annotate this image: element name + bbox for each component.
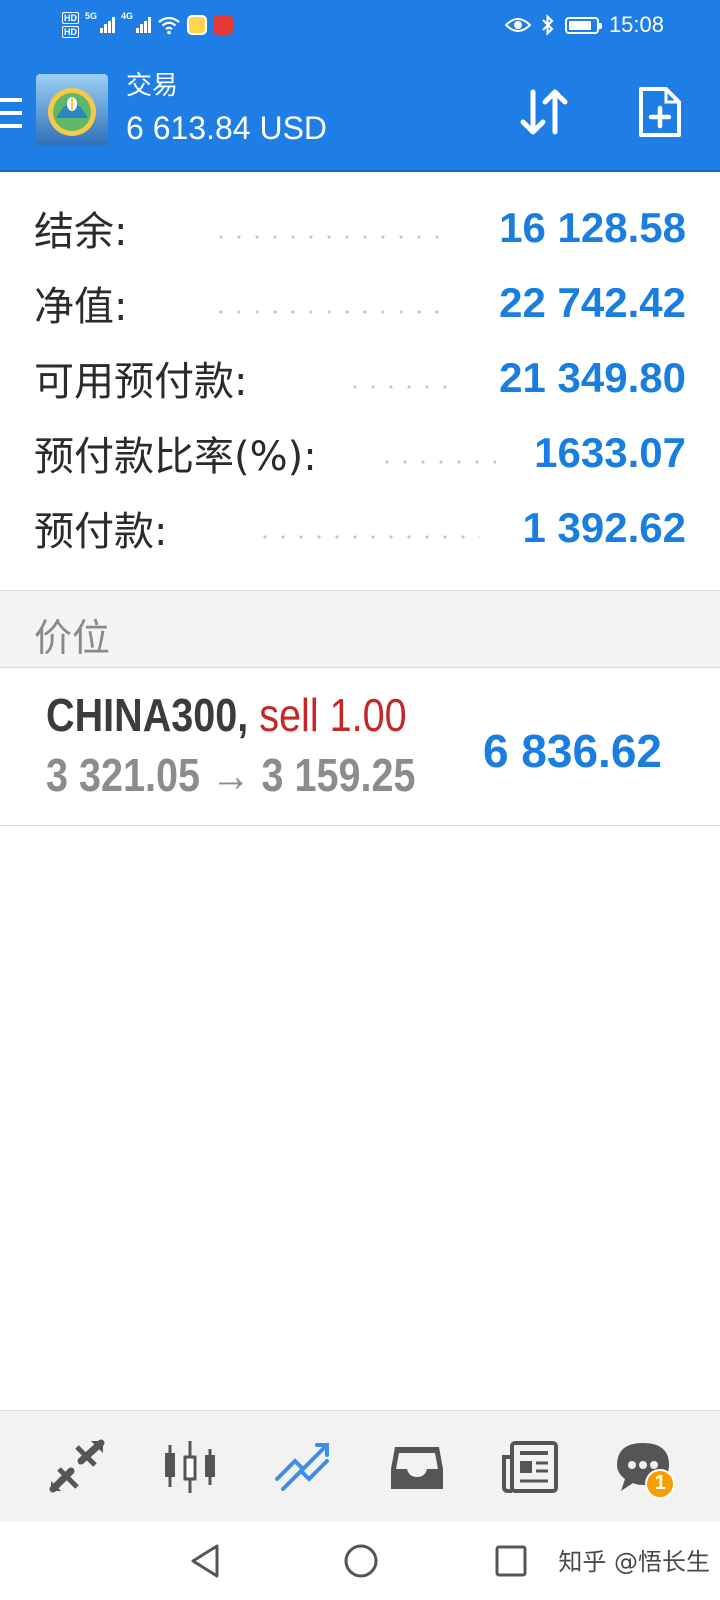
positions-section-header: 价位 [0,590,720,668]
summary-row-margin-level: 预付款比率(%): 1633.07 [0,415,720,490]
nav-chart[interactable] [150,1427,230,1507]
wifi-icon [158,16,180,35]
summary-label: 预付款比率(%): [34,433,317,480]
status-time: 15:08 [608,12,664,37]
position-symbol: CHINA300 [46,689,238,741]
dotted-leader [212,309,448,315]
app-bar: 交易 6 613.84 USD [0,50,720,172]
page-title: 交易 [126,71,179,101]
new-order-button[interactable] [628,80,692,144]
summary-row-equity: 净值: 22 742.42 [0,265,720,340]
summary-value: 1633.07 [534,428,686,476]
sim2-hd-badge: HD [62,26,79,38]
battery-icon [564,16,602,34]
nav-trade[interactable] [263,1427,343,1507]
trade-icon [275,1442,330,1491]
hamburger-menu-icon[interactable] [0,96,22,130]
home-circle-icon [344,1544,378,1578]
section-title: 价位 [34,616,111,660]
summary-label: 预付款: [34,508,168,555]
news-icon [501,1440,558,1493]
sim1-hd-badge: HD [62,12,79,24]
bottom-navigation: 1 [0,1410,720,1522]
sim-indicators: HD HD [62,12,79,38]
eye-icon [504,18,531,32]
notification-game-icon [213,15,234,35]
dotted-leader [256,534,480,540]
summary-value: 21 349.80 [499,353,686,401]
sort-button[interactable] [512,80,576,144]
position-separator: , [237,689,249,741]
summary-row-margin: 预付款: 1 392.62 [0,490,720,565]
status-bar: HD HD 5G 4G 15:08 [0,0,720,50]
summary-value: 1 392.62 [522,503,687,551]
sort-arrows-icon [520,89,568,135]
summary-row-free-margin: 可用预付款: 21 349.80 [0,340,720,415]
signal2-icon [136,17,152,33]
system-navigation-bar: 知乎 @悟长生 [0,1522,720,1600]
bluetooth-icon [542,14,554,36]
summary-label: 可用预付款: [34,358,248,405]
summary-row-balance: 结余: 16 128.58 [0,190,720,265]
system-home-button[interactable] [340,1540,382,1582]
notification-app-icon [187,15,208,35]
watermark-text: 知乎 @悟长生 [558,1548,710,1576]
summary-label: 净值: [34,283,128,330]
nav-quotes[interactable] [37,1427,117,1507]
position-action: sell 1.00 [259,689,407,741]
position-row[interactable]: CHINA300, sell 1.00 3 321.05 → 3 159.25 … [0,668,720,826]
nav-news[interactable] [490,1427,570,1507]
nav-history[interactable] [377,1427,457,1507]
messages-badge: 1 [645,1468,676,1499]
nav-messages[interactable]: 1 [603,1427,683,1507]
recents-square-icon [495,1545,527,1577]
system-back-button[interactable] [184,1540,226,1582]
account-summary: 结余: 16 128.58 净值: 22 742.42 可用预付款: 21 34… [0,190,720,565]
signal1-icon [100,17,116,33]
network1-label: 5G [85,11,98,21]
status-left: HD HD 5G 4G [62,6,234,44]
summary-value: 22 742.42 [499,278,686,326]
position-prices: 3 321.05 → 3 159.25 [46,749,416,801]
summary-value: 16 128.58 [499,203,686,251]
candlestick-chart-icon [164,1440,215,1493]
dotted-leader [346,384,446,390]
metatrader-logo-icon [36,74,108,146]
back-triangle-icon [191,1544,219,1578]
network2-label: 4G [121,11,134,21]
system-recents-button[interactable] [490,1540,532,1582]
inbox-history-icon [390,1446,443,1489]
dotted-leader [212,234,448,240]
dotted-leader [378,459,496,465]
new-document-icon [639,87,681,137]
status-right: 15:08 [504,0,664,50]
summary-label: 结余: [34,208,128,255]
position-header: CHINA300, sell 1.00 [46,688,407,742]
position-profit: 6 836.62 [482,725,662,777]
account-balance: 6 613.84 USD [126,110,328,146]
quotes-icon [49,1439,105,1492]
